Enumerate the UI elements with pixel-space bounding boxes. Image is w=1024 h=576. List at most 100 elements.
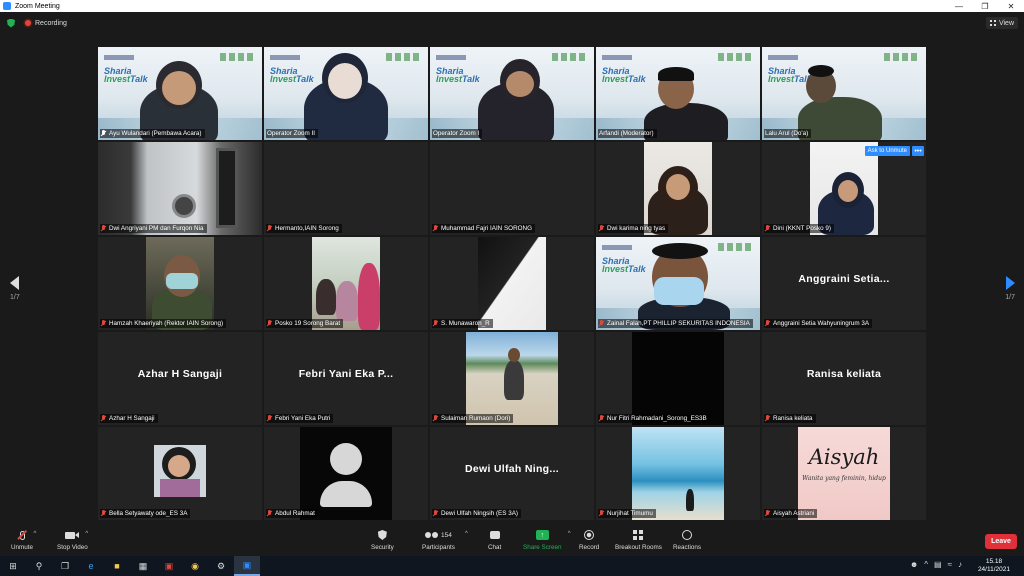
participant-tile[interactable]: Azhar H Sangaji Azhar H Sangaji [98,332,262,425]
share-screen-label: Share Screen [523,544,562,551]
task-view-icon[interactable]: ❐ [52,556,78,576]
participant-center-name: Azhar H Sangaji [137,368,223,380]
search-icon[interactable]: ⚲ [26,556,52,576]
minimize-button[interactable]: — [946,2,972,11]
zoom-taskbar-icon[interactable]: ▣ [234,556,260,576]
share-screen-button[interactable]: ↑ ^ Share Screen [523,529,571,551]
chat-button[interactable]: Chat [488,529,501,551]
settings-gear-icon[interactable]: ⚙ [208,556,234,576]
window-titlebar: Zoom Meeting — ❐ ✕ [0,0,1024,12]
participant-tile[interactable]: Ranisa keliata Ranisa keliata [762,332,926,425]
participant-name-label: Azhar H Sangaji [100,414,158,423]
mic-muted-icon [267,320,272,327]
security-shield-icon[interactable] [7,18,15,28]
gift-app-icon[interactable]: ▣ [156,556,182,576]
participant-video [216,148,238,228]
participant-name-label: Febri Yani Eka Putri [266,414,334,423]
view-button[interactable]: View [985,17,1018,29]
file-explorer-icon[interactable]: ■ [104,556,130,576]
store-icon[interactable]: ▦ [130,556,156,576]
more-options-button[interactable]: ••• [912,146,924,156]
participant-tile[interactable]: Dwi Angriyani PM dan Furqon Nia [98,142,262,235]
mic-muted-icon [267,225,272,232]
ask-to-unmute-button[interactable]: Ask to Unmute [864,146,910,156]
clock-date: 24/11/2021 [977,566,1010,573]
participant-tile[interactable]: Ask to Unmute ••• Dini (KKNT Posko 9) [762,142,926,235]
zoom-logo-icon [3,2,11,10]
edge-browser-icon[interactable]: e [78,556,104,576]
breakout-rooms-button[interactable]: Breakout Rooms [615,529,662,551]
participant-tile[interactable]: Bella Setyawaty ode_ES 3A [98,427,262,520]
windows-start-icon[interactable]: ⊞ [0,556,26,576]
participant-tile[interactable]: S. Munawaroh_R [430,237,594,330]
participant-tile[interactable]: Sharia InvestTalk Operator Zoom II [264,47,428,140]
leave-button[interactable]: Leave [985,534,1017,549]
mic-muted-icon [433,225,438,232]
mic-muted-icon [267,510,272,517]
stop-video-button[interactable]: ^ Stop Video [57,529,88,551]
participant-tile[interactable]: Sharia InvestTalk Arfandi (Moderator) [596,47,760,140]
mic-muted-icon [765,225,770,232]
maximize-button[interactable]: ❐ [972,2,998,11]
participant-tile[interactable]: Abdul Rahmat [264,427,428,520]
arrow-left-icon [10,276,20,290]
people-icon[interactable]: ☻ [910,560,918,569]
participant-tile[interactable]: Muhammad Fajri IAIN SORONG [430,142,594,235]
recording-indicator[interactable]: Recording [25,20,67,27]
breakout-rooms-label: Breakout Rooms [615,544,662,551]
participant-tile[interactable]: Sharia InvestTalk Ayu Wulandari (Pembawa … [98,47,262,140]
stop-video-label: Stop Video [57,544,88,551]
participant-video [478,237,546,330]
mic-muted-icon [101,225,106,232]
participant-tile[interactable]: Dewi Ulfah Ning... Dewi Ulfah Ningsih (E… [430,427,594,520]
face-mask [654,277,704,305]
participant-tile[interactable]: Posko 19 Sorong Barat [264,237,428,330]
participant-tile[interactable]: Sharia InvestTalk Lalu Arul (Do'a) [762,47,926,140]
participants-button[interactable]: 154 ^ Participants [422,529,468,551]
face-mask [166,273,198,289]
participant-center-name: Ranisa keliata [806,368,882,380]
reactions-button[interactable]: Reactions [673,529,701,551]
participant-name-label: Operator Zoom I [432,129,483,138]
participant-tile[interactable]: Dwi karima ning tyas [596,142,760,235]
participant-tile[interactable]: Hamzah Khaeriyah (Rektor IAIN Sorong) [98,237,262,330]
volume-icon[interactable]: ♪ [958,560,962,569]
participant-name-label: Bella Setyawaty ode_ES 3A [100,509,191,518]
participant-tile[interactable]: Hermanto,IAIN Sorong [264,142,428,235]
participant-tile[interactable]: Sharia InvestTalk Operator Zoom I [430,47,594,140]
participant-center-name: Febri Yani Eka P... [298,368,394,380]
wifi-icon[interactable]: ≈ [948,560,952,569]
page-indicator-left: 1/7 [10,294,20,301]
participant-video [632,427,724,520]
mic-muted-icon [599,510,604,517]
system-clock[interactable]: 15.18 24/11/2021 [978,558,1010,574]
mic-muted-icon [433,510,438,517]
participant-name-label: Dewi Ulfah Ningsih (ES 3A) [432,509,521,518]
participant-name-label: Zainal Falah,PT PHILLIP SEKURITAS INDONE… [598,319,753,328]
participant-tile[interactable]: Nur Fitri Rahmadani_Sorong_ES3B [596,332,760,425]
chrome-browser-icon[interactable]: ◉ [182,556,208,576]
participant-tile[interactable]: Nurjihat Timumu [596,427,760,520]
record-icon [584,529,595,541]
security-button[interactable]: Security [371,529,394,551]
participant-tile[interactable]: Anggraini Setia... Anggraini Setia Wahyu… [762,237,926,330]
participant-name-label: Nur Fitri Rahmadani_Sorong_ES3B [598,414,710,423]
participant-center-name: Dewi Ulfah Ning... [464,463,560,475]
security-label: Security [371,544,394,551]
record-button[interactable]: Record [579,529,599,551]
close-button[interactable]: ✕ [998,2,1024,11]
participant-tile[interactable]: Aisyah Wanita yang feminin, hidup Aisyah… [762,427,926,520]
participant-tile[interactable]: Sharia InvestTalk Zainal Falah,PT PHILLIP… [596,237,760,330]
previous-page-button[interactable]: 1/7 [10,276,20,301]
network-icon[interactable]: ▤ [934,560,942,569]
participant-tile[interactable]: Febri Yani Eka P... Febri Yani Eka Putri [264,332,428,425]
mic-muted-icon [101,320,106,327]
chevron-up-icon[interactable]: ^ [924,560,928,569]
participant-tile[interactable]: Sulaiman Rumaon (Dori) [430,332,594,425]
next-page-button[interactable]: 1/7 [1005,276,1015,301]
unmute-button[interactable]: ^ Unmute [11,529,36,551]
chevron-up-icon: ^ [567,531,571,537]
mic-muted-icon [765,320,770,327]
participant-name-label: Hamzah Khaeriyah (Rektor IAIN Sorong) [100,319,227,328]
chevron-up-icon: ^ [465,531,468,537]
